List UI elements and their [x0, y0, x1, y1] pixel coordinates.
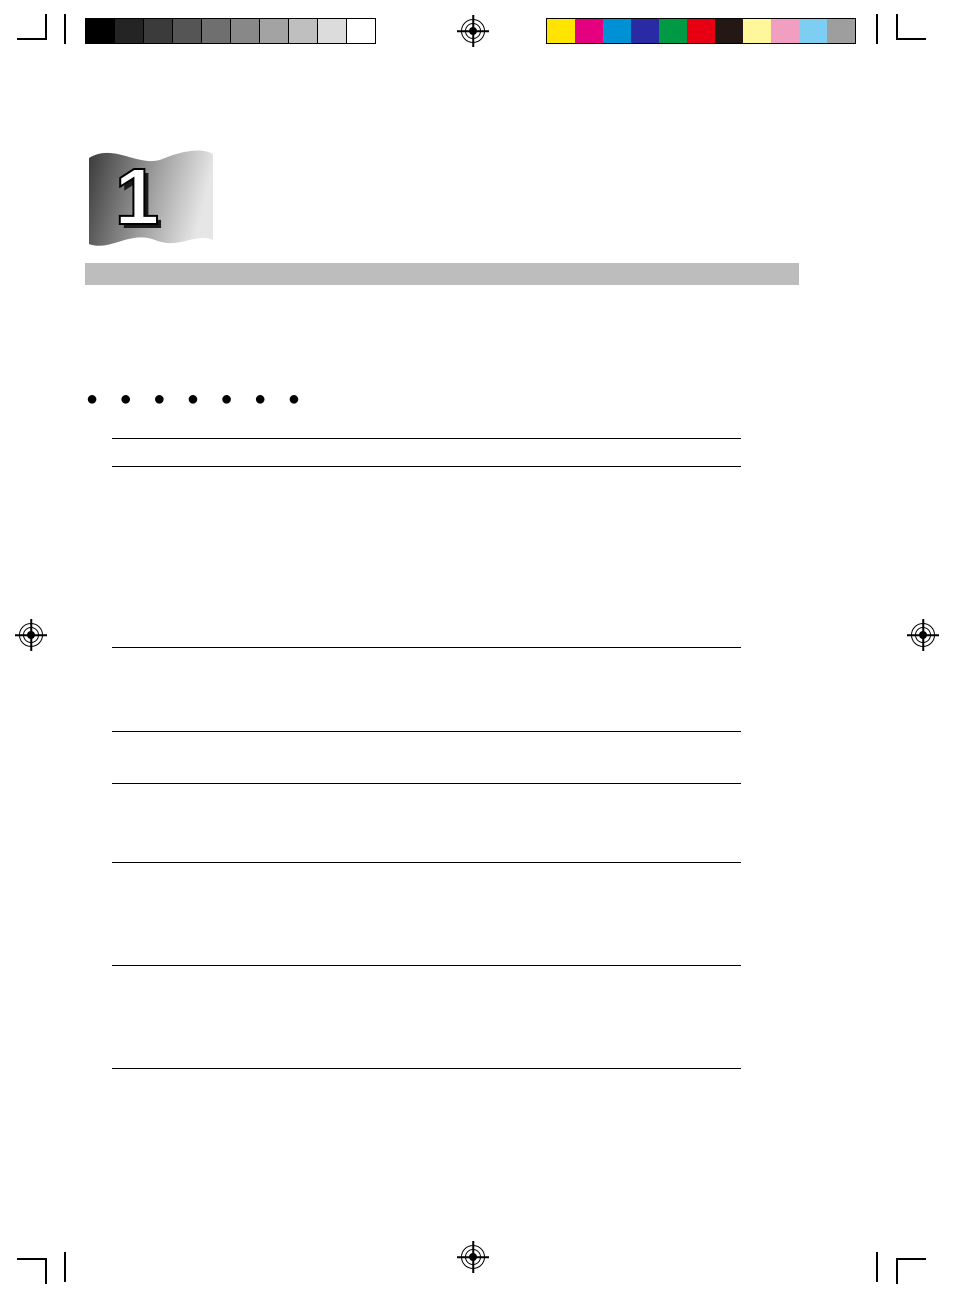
- gray-swatch: [259, 19, 288, 43]
- crop-mark-bl-outer: [17, 1258, 47, 1284]
- color-swatch: [547, 19, 575, 43]
- gray-swatch: [201, 19, 230, 43]
- grayscale-calibration-bar: [85, 18, 376, 44]
- color-swatch: [771, 19, 799, 43]
- color-swatch: [743, 19, 771, 43]
- color-calibration-bar: [546, 18, 856, 44]
- crop-mark-tl-inner: [56, 14, 66, 44]
- registration-mark-bottom: [462, 1246, 484, 1268]
- color-swatch: [575, 19, 603, 43]
- color-swatch: [715, 19, 743, 43]
- color-swatch: [603, 19, 631, 43]
- color-swatch: [659, 19, 687, 43]
- crop-mark-bl-inner: [56, 1252, 66, 1282]
- gray-swatch: [288, 19, 317, 43]
- chapter-flag-icon: 1 1: [85, 140, 215, 255]
- registration-mark-left: [20, 624, 42, 646]
- chapter-number: 1: [115, 152, 160, 241]
- chapter-title-bar: [85, 263, 799, 285]
- rule-line: [112, 862, 741, 863]
- crop-mark-tr-outer: [896, 14, 926, 40]
- registration-mark-right: [912, 624, 934, 646]
- rule-line: [112, 731, 741, 732]
- gray-swatch: [172, 19, 201, 43]
- section-dots: ● ● ● ● ● ● ●: [86, 389, 308, 409]
- rule-line: [112, 783, 741, 784]
- gray-swatch: [230, 19, 259, 43]
- gray-swatch: [143, 19, 172, 43]
- rule-line: [112, 1068, 741, 1069]
- gray-swatch: [86, 19, 114, 43]
- crop-mark-tl-outer: [17, 14, 47, 40]
- color-swatch: [631, 19, 659, 43]
- rule-line: [112, 647, 741, 648]
- rule-line: [112, 466, 741, 467]
- crop-mark-br-inner: [876, 1252, 886, 1282]
- color-swatch: [827, 19, 855, 43]
- crop-mark-tr-inner: [876, 14, 886, 44]
- rule-line: [112, 965, 741, 966]
- print-page: 1 1 ● ● ● ● ● ● ●: [0, 0, 954, 1303]
- registration-mark-top: [462, 20, 484, 42]
- gray-swatch: [114, 19, 143, 43]
- color-swatch: [799, 19, 827, 43]
- crop-mark-br-outer: [896, 1258, 926, 1284]
- gray-swatch: [317, 19, 346, 43]
- gray-swatch: [346, 19, 375, 43]
- color-swatch: [687, 19, 715, 43]
- rule-line: [112, 438, 741, 439]
